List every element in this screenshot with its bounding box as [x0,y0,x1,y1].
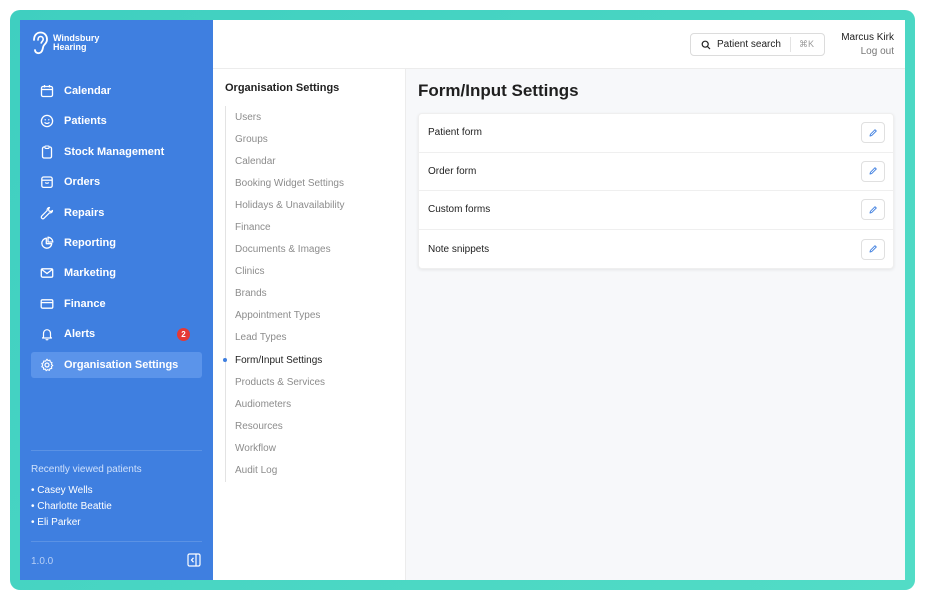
subnav-item-lead-types[interactable]: Lead Types [235,327,345,349]
subnav-item-booking-widget-settings[interactable]: Booking Widget Settings [235,172,345,194]
recent-patients-list: • Casey Wells • Charlotte Beattie • Eli … [31,485,112,533]
gear-icon [40,358,54,372]
pencil-icon [869,129,877,137]
sidebar-divider [31,541,202,542]
pencil-icon [869,167,877,175]
app-version: 1.0.0 [31,556,54,567]
sidebar-item-reporting[interactable]: Reporting [31,230,202,256]
alerts-count-badge: 2 [177,327,190,341]
subnav-item-brands[interactable]: Brands [235,283,345,305]
form-name: Custom forms [428,204,491,216]
subnav-item-appointment-types[interactable]: Appointment Types [235,305,345,327]
subnav-item-users[interactable]: Users [235,106,345,128]
subnav-item-form-input-settings[interactable]: Form/Input Settings [223,349,345,371]
sidebar-item-marketing[interactable]: Marketing [31,260,202,286]
form-name: Patient form [428,127,482,139]
sidebar-item-label: Alerts [64,328,96,341]
subnav-item-holidays[interactable]: Holidays & Unavailability [235,194,345,216]
form-name: Order form [428,165,477,177]
brand-name-line2: Hearing [53,42,87,52]
sidebar-item-label: Calendar [64,85,112,97]
sidebar-item-stock-management[interactable]: Stock Management [31,139,202,165]
smile-icon [40,114,54,128]
sidebar-item-orders[interactable]: Orders [31,169,202,195]
subnav-item-clinics[interactable]: Clinics [235,261,345,283]
sidebar-item-label: Reporting [64,236,116,249]
sidebar-item-label: Marketing [64,267,116,280]
subnav-item-products-services[interactable]: Products & Services [235,371,345,393]
sidebar-item-organisation-settings[interactable]: Organisation Settings [31,351,202,378]
subnav-title: Organisation Settings [225,82,340,94]
user-name: Marcus Kirk [841,32,894,43]
subnav-item-resources[interactable]: Resources [235,415,345,437]
logout-link[interactable]: Log out [861,46,894,57]
list-item: Order form [419,153,893,192]
search-icon [701,40,711,49]
brand-logo[interactable]: Windsbury Hearing [31,31,99,55]
sidebar: Windsbury Hearing Calendar Patients Stoc… [20,20,213,580]
pencil-icon [869,206,877,214]
box-icon [40,175,54,189]
clipboard-icon [40,145,54,159]
calendar-icon [40,84,54,98]
bell-icon [40,327,54,341]
search-shortcut: ⌘K [789,37,824,52]
ear-icon [33,31,48,55]
sidebar-item-patients[interactable]: Patients [31,108,202,134]
subnav-item-audiometers[interactable]: Audiometers [235,393,345,415]
settings-menu: Users Groups Calendar Booking Widget Set… [223,106,345,482]
subnav-item-groups[interactable]: Groups [235,128,345,150]
subnav-item-finance[interactable]: Finance [235,216,345,238]
collapse-sidebar-icon[interactable] [187,553,201,567]
form-name: Note snippets [428,243,490,255]
recent-patients-heading: Recently viewed patients [31,464,142,475]
pencil-icon [869,245,877,253]
sidebar-divider [31,450,202,451]
search-label: Patient search [717,39,781,50]
sidebar-item-finance[interactable]: Finance [31,291,202,317]
sidebar-item-alerts[interactable]: Alerts 2 [31,321,202,347]
main-content: Form/Input Settings Patient form Order f… [406,69,905,580]
list-item: Note snippets [419,230,893,269]
subnav-item-audit-log[interactable]: Audit Log [235,460,345,482]
credit-card-icon [40,297,54,311]
edit-button[interactable] [861,238,885,260]
subnav-item-workflow[interactable]: Workflow [235,437,345,459]
sidebar-item-label: Stock Management [64,145,165,158]
recent-patient-link[interactable]: • Charlotte Beattie [31,501,112,517]
top-bar: Patient search ⌘K Marcus Kirk Log out [213,20,905,69]
sidebar-item-label: Patients [64,115,107,128]
edit-button[interactable] [861,160,885,182]
main-nav: Calendar Patients Stock Management Order… [31,78,202,382]
sidebar-item-repairs[interactable]: Repairs [31,200,202,226]
list-item: Custom forms [419,191,893,230]
sidebar-item-label: Finance [64,297,106,310]
sidebar-item-label: Orders [64,176,101,189]
subnav-item-calendar[interactable]: Calendar [235,150,345,172]
sidebar-item-label: Organisation Settings [64,358,179,371]
edit-button[interactable] [861,199,885,221]
sidebar-item-label: Repairs [64,206,105,219]
recent-patient-link[interactable]: • Casey Wells [31,485,112,501]
mail-icon [40,266,54,280]
pie-chart-icon [40,236,54,250]
subnav-item-documents-images[interactable]: Documents & Images [235,239,345,261]
page-title: Form/Input Settings [418,81,579,100]
app-window: Windsbury Hearing Calendar Patients Stoc… [20,20,905,580]
settings-subnav: Organisation Settings Users Groups Calen… [213,69,406,580]
patient-search-button[interactable]: Patient search ⌘K [690,33,825,56]
sidebar-item-calendar[interactable]: Calendar [31,78,202,104]
recent-patient-link[interactable]: • Eli Parker [31,517,112,533]
list-item: Patient form [419,114,893,153]
form-settings-list: Patient form Order form Custom forms Not… [418,113,894,270]
edit-button[interactable] [861,122,885,144]
wrench-icon [40,206,54,220]
